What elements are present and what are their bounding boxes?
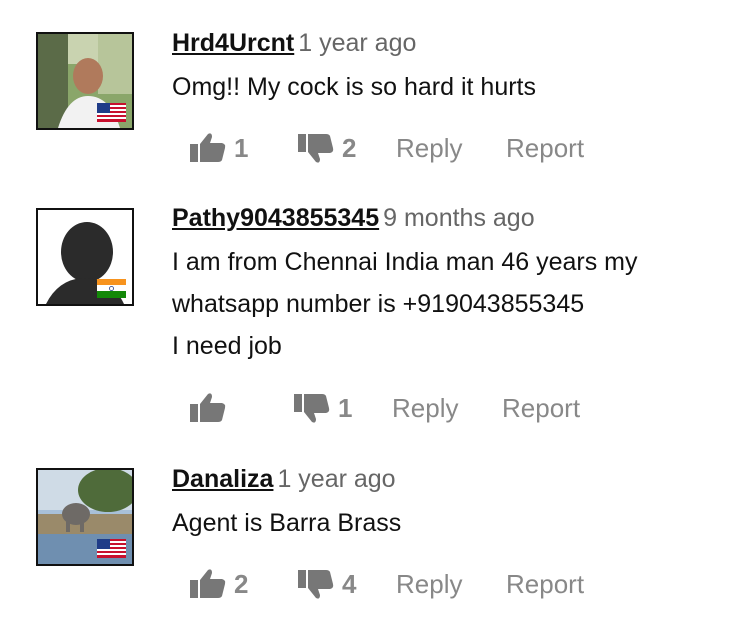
user-avatar[interactable] — [36, 208, 134, 306]
comment-text: Agent is Barra Brass — [172, 502, 732, 544]
comment-timestamp: 1 year ago — [298, 29, 417, 57]
thumbs-down-icon — [294, 394, 330, 423]
comment-line: Omg!! My cock is so hard it hurts — [172, 73, 536, 101]
reply-link[interactable]: Reply — [396, 564, 462, 604]
dislike-count: 4 — [342, 569, 357, 599]
comment-text: Omg!! My cock is so hard it hurts — [172, 66, 732, 108]
comment-timestamp: 9 months ago — [383, 204, 535, 232]
username-link[interactable]: Hrd4Urcnt — [172, 29, 294, 57]
thumbs-down-icon — [298, 134, 334, 163]
comment-line: I am from Chennai India man 46 years my — [172, 248, 638, 276]
us-flag-icon — [97, 103, 126, 122]
comment-timestamp: 1 year ago — [277, 465, 396, 493]
comment-line: whatsapp number is +919043855345 — [172, 290, 585, 318]
thumbs-up-icon — [190, 133, 226, 162]
comment-line: I need job — [172, 332, 282, 360]
thumbs-down-icon — [298, 570, 334, 599]
user-avatar[interactable] — [36, 468, 134, 566]
comment-header: Pathy9043855345 9 months ago — [172, 203, 732, 233]
comment-header: Hrd4Urcnt 1 year ago — [172, 28, 732, 58]
us-flag-icon — [97, 539, 126, 558]
comment-header: Danaliza 1 year ago — [172, 464, 732, 494]
username-link[interactable]: Pathy9043855345 — [172, 204, 379, 232]
user-avatar[interactable] — [36, 32, 134, 130]
thumbs-up-icon — [190, 569, 226, 598]
dislike-count: 1 — [338, 393, 353, 423]
reply-link[interactable]: Reply — [392, 388, 458, 428]
report-link[interactable]: Report — [506, 128, 584, 168]
india-flag-icon — [97, 279, 126, 298]
comment-text: I am from Chennai India man 46 years my … — [172, 241, 732, 367]
dislike-count: 2 — [342, 133, 357, 163]
report-link[interactable]: Report — [502, 388, 580, 428]
reply-link[interactable]: Reply — [396, 128, 462, 168]
username-link[interactable]: Danaliza — [172, 465, 273, 493]
comment-line: Agent is Barra Brass — [172, 509, 402, 537]
report-link[interactable]: Report — [506, 564, 584, 604]
thumbs-up-icon — [190, 393, 226, 422]
like-count: 1 — [234, 133, 249, 163]
like-count: 2 — [234, 569, 249, 599]
